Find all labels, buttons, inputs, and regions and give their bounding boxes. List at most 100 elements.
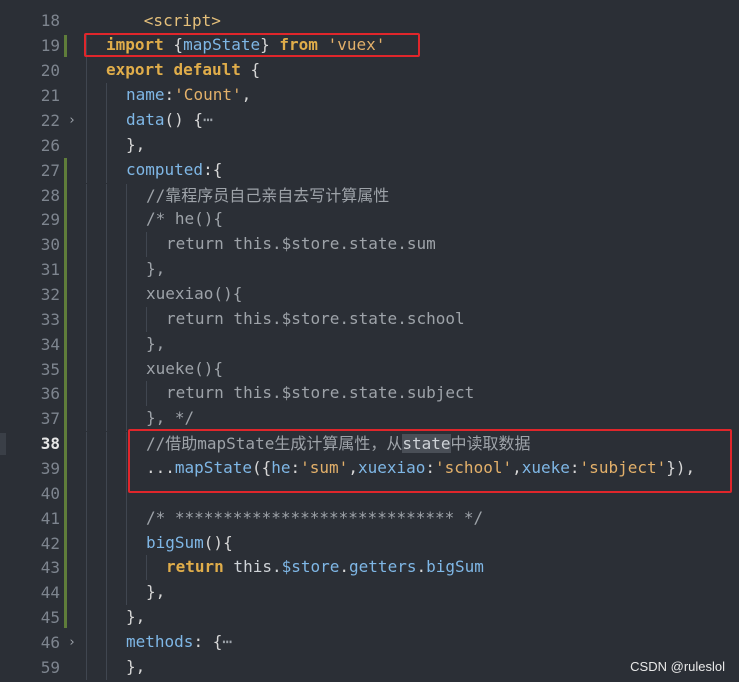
code-line[interactable]: 21 name:'Count',: [0, 83, 739, 108]
code-token: methods: [126, 631, 194, 651]
line-number: 40: [40, 483, 60, 503]
code-comment: return this.$store.state.school: [166, 308, 465, 328]
line-number: 43: [40, 557, 60, 577]
code-token: },: [146, 581, 166, 601]
code-line[interactable]: 30 return this.$store.state.sum: [0, 232, 739, 257]
git-change-bar: [64, 158, 67, 628]
line-number: 18: [40, 10, 60, 30]
code-token: () {: [164, 109, 204, 129]
line-number: 31: [40, 259, 60, 279]
code-token: ,: [241, 84, 252, 104]
code-line[interactable]: 41 /* ***************************** */: [0, 506, 739, 531]
code-line[interactable]: 42 bigSum(){: [0, 531, 739, 556]
code-token: bigSum: [146, 532, 204, 552]
code-line[interactable]: 29 /* he(){: [0, 207, 739, 232]
fold-chevron-icon[interactable]: ›: [60, 113, 86, 128]
line-number: 45: [40, 607, 60, 627]
code-token: },: [126, 606, 146, 626]
line-number: 29: [40, 209, 60, 229]
code-token: <script>: [143, 10, 221, 30]
line-number: 36: [40, 383, 60, 403]
line-number: 59: [40, 657, 60, 677]
code-token: export: [106, 59, 164, 79]
code-comment: },: [146, 333, 166, 353]
line-number: 42: [40, 533, 60, 553]
code-token: return: [166, 556, 224, 576]
code-line[interactable]: 59 },: [0, 655, 739, 680]
code-line[interactable]: 33 return this.$store.state.school: [0, 307, 739, 332]
code-comment: return this.$store.state.sum: [166, 233, 436, 253]
line-number: 38: [40, 433, 60, 453]
line-number: 20: [40, 60, 60, 80]
code-token: :{: [203, 159, 223, 179]
code-token: data: [126, 109, 165, 129]
code-comment: },: [146, 258, 166, 278]
line-number: 21: [40, 85, 60, 105]
code-line[interactable]: 45 },: [0, 605, 739, 630]
code-token: this.: [223, 556, 282, 576]
code-line[interactable]: 31 },: [0, 257, 739, 282]
code-token: },: [126, 656, 146, 676]
code-token: :: [164, 84, 175, 104]
code-line[interactable]: 36 return this.$store.state.subject: [0, 381, 739, 406]
code-token: },: [126, 134, 146, 154]
code-token: (){: [203, 532, 233, 552]
code-comment: /* he(){: [146, 208, 224, 228]
code-comment: }, */: [146, 407, 195, 427]
code-token: 'Count': [174, 84, 242, 104]
code-token: name: [126, 84, 165, 104]
code-token: .: [416, 556, 427, 576]
line-number: 32: [40, 284, 60, 304]
line-number: 41: [40, 508, 60, 528]
code-comment: xuexiao(){: [146, 283, 243, 303]
code-line[interactable]: 32 xuexiao(){: [0, 282, 739, 307]
code-line[interactable]: 34 },: [0, 332, 739, 357]
code-line[interactable]: 35 xueke(){: [0, 357, 739, 382]
code-token: .: [339, 556, 350, 576]
line-number: 35: [40, 359, 60, 379]
code-token: {: [240, 59, 261, 79]
code-comment: return this.$store.state.subject: [166, 382, 475, 402]
active-line-marker: [0, 433, 6, 455]
code-line[interactable]: 28 //靠程序员自己亲自去写计算属性: [0, 183, 739, 209]
code-token: : {: [193, 631, 223, 651]
line-number: 37: [40, 408, 60, 428]
code-line[interactable]: 20 export default {: [0, 58, 739, 83]
fold-chevron-icon[interactable]: ›: [60, 635, 86, 650]
line-number: 39: [40, 458, 60, 478]
code-comment: /* ***************************** */: [146, 507, 484, 527]
line-number: 46: [40, 632, 60, 652]
code-token: bigSum: [426, 556, 484, 576]
code-token: $store: [281, 556, 340, 576]
code-token: computed: [126, 159, 204, 179]
code-comment: xueke(){: [146, 358, 224, 378]
code-token: default: [173, 59, 241, 79]
line-number: 27: [40, 160, 60, 180]
code-line[interactable]: 37 }, */: [0, 406, 739, 431]
line-number: 34: [40, 334, 60, 354]
line-number: 19: [40, 35, 60, 55]
line-number: 22: [40, 110, 60, 130]
watermark: CSDN @ruleslol: [630, 659, 725, 674]
code-line[interactable]: 46 › methods: {⋯: [0, 630, 739, 655]
folded-ellipsis[interactable]: ⋯: [203, 110, 213, 129]
line-number: 30: [40, 234, 60, 254]
code-comment: //靠程序员自己亲自去写计算属性: [146, 185, 390, 205]
code-editor[interactable]: 18 <script> 19 import {mapState} from 'v…: [0, 0, 739, 682]
code-line[interactable]: 43 return this.$store.getters.bigSum: [0, 555, 739, 580]
code-line[interactable]: 18 <script>: [0, 8, 739, 33]
code-token: getters: [349, 556, 417, 576]
git-change-bar: [64, 35, 67, 57]
line-number: 44: [40, 582, 60, 602]
line-number: 33: [40, 309, 60, 329]
code-line[interactable]: 44 },: [0, 580, 739, 605]
highlight-box-mapstate: [128, 429, 732, 493]
code-line[interactable]: 26 },: [0, 133, 739, 158]
line-number: 28: [40, 185, 60, 205]
highlight-box-import: [84, 33, 420, 57]
folded-ellipsis[interactable]: ⋯: [222, 632, 232, 651]
code-line[interactable]: 27 computed:{: [0, 158, 739, 183]
code-line[interactable]: 22 › data() {⋯: [0, 108, 739, 133]
line-number: 26: [40, 135, 60, 155]
